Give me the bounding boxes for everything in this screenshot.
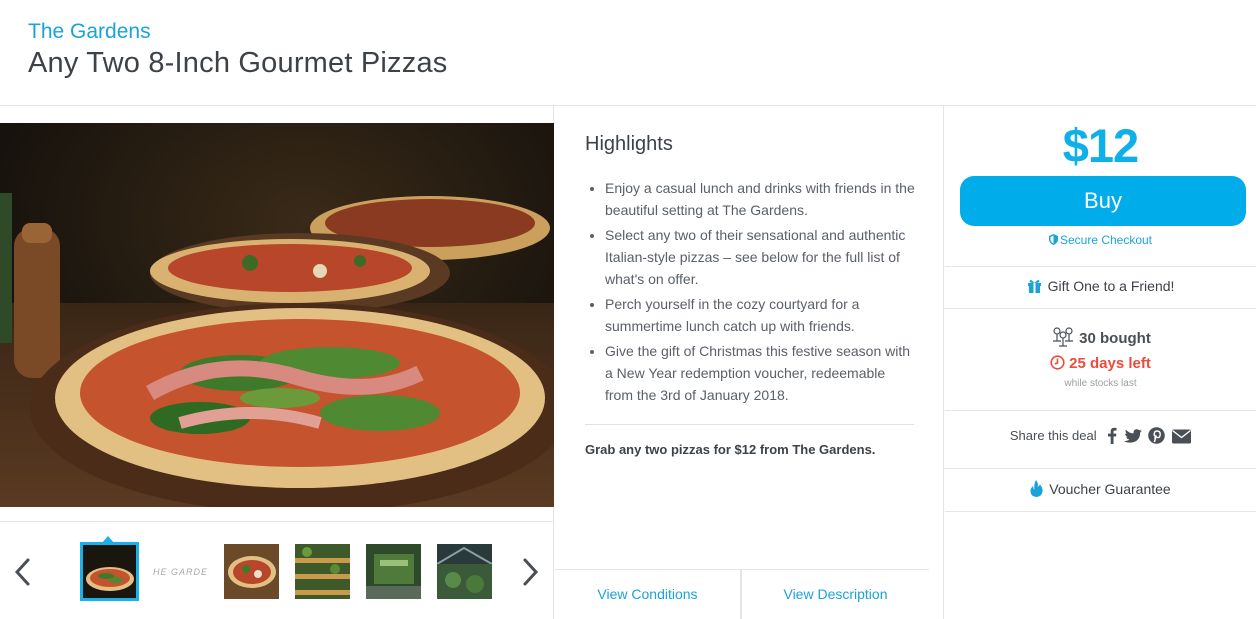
buy-button[interactable]: Buy (960, 176, 1246, 226)
bought-label: 30 bought (1079, 330, 1151, 347)
guarantee-label: Voucher Guarantee (1049, 481, 1171, 497)
divider (945, 308, 1256, 309)
flame-icon (1030, 480, 1043, 497)
detail-tabs: View Conditions View Description (555, 569, 929, 619)
deal-summary: Grab any two pizzas for $12 from The Gar… (585, 442, 876, 457)
main-deal-photo (0, 123, 554, 507)
active-thumbnail-indicator (101, 536, 115, 544)
highlight-item: Give the gift of Christmas this festive … (605, 340, 917, 406)
gift-icon (1027, 280, 1041, 293)
divider (945, 266, 1256, 267)
highlight-item: Perch yourself in the cozy courtyard for… (605, 293, 917, 337)
image-gallery: HE GARDE? (0, 106, 554, 619)
divider (945, 468, 1256, 469)
divider (945, 410, 1256, 411)
deal-title: Any Two 8-Inch Gourmet Pizzas (28, 47, 448, 79)
view-description-link[interactable]: View Description (742, 570, 929, 619)
gift-to-friend-link[interactable]: Gift One to a Friend! (945, 278, 1256, 294)
voucher-guarantee-link[interactable]: Voucher Guarantee (945, 480, 1256, 497)
chevron-right-icon[interactable] (515, 552, 545, 592)
divider (585, 424, 914, 425)
thumbnail-6[interactable] (437, 544, 492, 599)
gift-label: Gift One to a Friend! (1047, 278, 1175, 294)
stock-note: while stocks last (1064, 378, 1137, 389)
twitter-icon[interactable] (1123, 429, 1142, 447)
people-icon (1053, 327, 1074, 347)
secure-checkout-label: Secure Checkout (1059, 233, 1153, 247)
bought-count: 30 bought (945, 326, 1256, 348)
secure-checkout-link[interactable]: Secure Checkout (945, 233, 1256, 247)
days-left: 25 days left (945, 355, 1256, 372)
merchant-name[interactable]: The Gardens (28, 20, 151, 44)
chevron-left-icon[interactable] (8, 552, 38, 592)
days-left-label: 25 days left (1069, 355, 1151, 372)
thumbnail-3[interactable] (224, 544, 279, 599)
highlights-heading: Highlights (585, 133, 673, 155)
share-deal: Share this deal (945, 427, 1256, 447)
thumbnail-1[interactable] (80, 542, 139, 601)
share-label: Share this deal (1009, 428, 1097, 443)
email-icon[interactable] (1172, 429, 1192, 447)
highlight-item: Select any two of their sensational and … (605, 224, 917, 290)
deal-header: The Gardens Any Two 8-Inch Gourmet Pizza… (0, 0, 1256, 106)
highlights-panel: Highlights Enjoy a casual lunch and drin… (555, 106, 944, 619)
divider (945, 511, 1256, 512)
thumbnail-strip: HE GARDE? (0, 521, 554, 619)
highlights-list: Enjoy a casual lunch and drinks with fri… (605, 177, 917, 409)
shield-icon (1048, 234, 1058, 245)
thumbnail-2-logo-text[interactable]: HE GARDE? (153, 567, 209, 577)
thumbnail-4[interactable] (295, 544, 350, 599)
thumbnail-5[interactable] (366, 544, 421, 599)
pinterest-icon[interactable] (1148, 427, 1166, 447)
highlight-item: Enjoy a casual lunch and drinks with fri… (605, 177, 917, 221)
facebook-icon[interactable] (1107, 427, 1117, 447)
deal-price: $12 (1062, 119, 1139, 172)
view-conditions-link[interactable]: View Conditions (555, 570, 742, 619)
purchase-panel: $12 Buy Secure Checkout Gift One to a Fr… (945, 106, 1256, 619)
clock-icon (1050, 355, 1065, 370)
